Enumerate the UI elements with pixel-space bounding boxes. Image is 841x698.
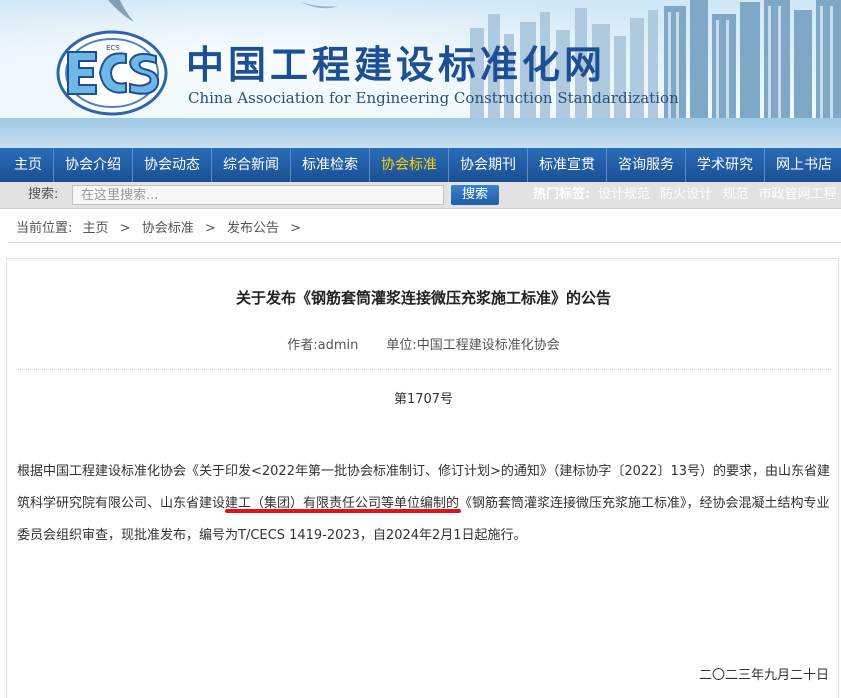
nav-item-association-standards[interactable]: 协会标准	[369, 148, 448, 182]
search-button[interactable]: 搜索	[451, 185, 499, 205]
hot-tag-fire-design[interactable]: 防火设计	[660, 187, 712, 202]
breadcrumb-home[interactable]: 主页	[83, 221, 109, 236]
nav-item-research[interactable]: 学术研究	[685, 148, 764, 182]
article-unit: 单位:中国工程建设标准化协会	[386, 338, 560, 353]
breadcrumb-separator: >	[204, 221, 216, 236]
ecs-logo: ECS	[56, 30, 168, 116]
article-author: 作者:admin	[287, 338, 359, 353]
breadcrumb-association-standards[interactable]: 协会标准	[142, 221, 194, 236]
article-panel: 关于发布《钢筋套筒灌浆连接微压充浆施工标准》的公告 作者:admin 单位:中国工…	[6, 258, 839, 698]
hot-tags: 设计规范 防火设计 规范 市政管网工程	[598, 182, 841, 208]
breadcrumb: 当前位置: 主页 > 协会标准 > 发布公告 >	[8, 216, 841, 243]
hot-tags-label: 热门标签:	[533, 187, 591, 202]
breadcrumb-lead: 当前位置:	[16, 221, 73, 236]
publish-date: 二〇二三年九月二十日	[698, 668, 829, 683]
site-title-en: China Association for Engineering Constr…	[188, 89, 679, 107]
nav-item-general-news[interactable]: 综合新闻	[211, 148, 290, 182]
nav-item-standard-search[interactable]: 标准检索	[290, 148, 369, 182]
nav-item-journals[interactable]: 协会期刊	[448, 148, 527, 182]
document-number: 第1707号	[393, 392, 454, 407]
nav-item-standard-promotion[interactable]: 标准宣贯	[527, 148, 606, 182]
nav-item-bookstore[interactable]: 网上书店	[764, 148, 841, 182]
article-body: 根据中国工程建设标准化协会《关于印发<2022年第一批协会标准制订、修订计划>的…	[17, 456, 832, 552]
breadcrumb-separator: >	[119, 221, 131, 236]
search-bar: 搜索: 搜索 热门标签: 设计规范 防火设计 规范 市政管网工程	[0, 182, 841, 209]
search-label: 搜索:	[28, 187, 59, 202]
site-title-cn: 中国工程建设标准化网	[186, 42, 607, 87]
article-title: 关于发布《钢筋套筒灌浆连接微压充浆施工标准》的公告	[235, 289, 611, 307]
meta-divider	[16, 369, 831, 370]
main-nav: 主页 协会介绍 协会动态 综合新闻 标准检索 协会标准 协会期刊 标准宣贯 咨询…	[0, 148, 841, 182]
breadcrumb-announcements[interactable]: 发布公告	[227, 221, 279, 236]
site-banner: ECS 中国工程建设标准化网 China Association for Eng…	[0, 0, 841, 148]
nav-item-news[interactable]: 协会动态	[132, 148, 211, 182]
search-input[interactable]	[72, 185, 444, 205]
hot-tag-municipal-pipe[interactable]: 市政管网工程	[758, 187, 836, 202]
nav-item-consulting[interactable]: 咨询服务	[606, 148, 685, 182]
article-meta: 作者:admin 单位:中国工程建设标准化协会	[7, 334, 840, 353]
logo-text: ECS	[106, 44, 120, 52]
breadcrumb-separator: >	[290, 221, 301, 236]
banner-water	[0, 118, 841, 148]
nav-item-about[interactable]: 协会介绍	[53, 148, 132, 182]
red-underline-annotation	[225, 509, 461, 513]
nav-item-home[interactable]: 主页	[0, 148, 53, 182]
hot-tag-design-code[interactable]: 设计规范	[598, 187, 650, 202]
hot-tag-code[interactable]: 规范	[722, 187, 748, 202]
